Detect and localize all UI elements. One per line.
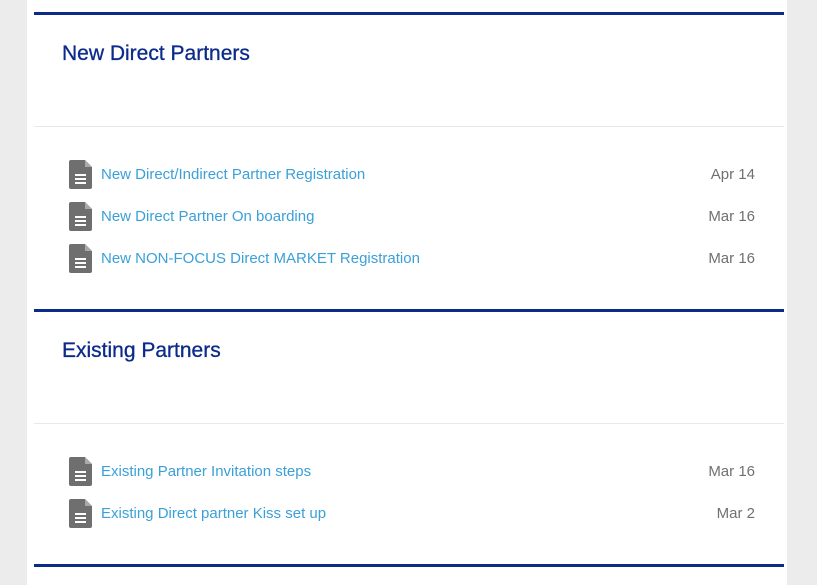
section-existing-partners: Existing Partners Existing Partner Invit… — [34, 309, 784, 535]
list-item: New Direct/Indirect Partner Registration… — [34, 154, 784, 196]
document-date: Mar 2 — [716, 505, 755, 522]
list-item: Existing Direct partner Kiss set up Mar … — [34, 493, 784, 535]
section-title: New Direct Partners — [62, 42, 250, 65]
document-link[interactable]: New Direct/Indirect Partner Registration — [101, 166, 365, 184]
document-link[interactable]: Existing Partner Invitation steps — [101, 463, 311, 481]
section-new-direct-partners: New Direct Partners New Direct/Indirect … — [34, 12, 784, 280]
section-title: Existing Partners — [62, 339, 221, 362]
document-date: Mar 16 — [708, 208, 755, 225]
document-link[interactable]: New Direct Partner On boarding — [101, 208, 314, 226]
document-list: Existing Partner Invitation steps Mar 16… — [34, 451, 784, 535]
document-date: Mar 16 — [708, 463, 755, 480]
list-item: New Direct Partner On boarding Mar 16 — [34, 196, 784, 238]
document-link[interactable]: New NON-FOCUS Direct MARKET Registration — [101, 250, 420, 268]
document-link[interactable]: Existing Direct partner Kiss set up — [101, 505, 326, 523]
list-item: New NON-FOCUS Direct MARKET Registration… — [34, 238, 784, 280]
document-icon — [69, 244, 92, 273]
document-date: Mar 16 — [708, 250, 755, 267]
list-item: Existing Partner Invitation steps Mar 16 — [34, 451, 784, 493]
document-date: Apr 14 — [710, 166, 755, 183]
document-icon — [69, 457, 92, 486]
content-panel: New Direct Partners New Direct/Indirect … — [27, 0, 787, 585]
document-list: New Direct/Indirect Partner Registration… — [34, 154, 784, 280]
section-next — [34, 564, 784, 567]
document-icon — [69, 160, 92, 189]
document-icon — [69, 202, 92, 231]
section-divider-bar — [34, 564, 784, 567]
document-icon — [69, 499, 92, 528]
